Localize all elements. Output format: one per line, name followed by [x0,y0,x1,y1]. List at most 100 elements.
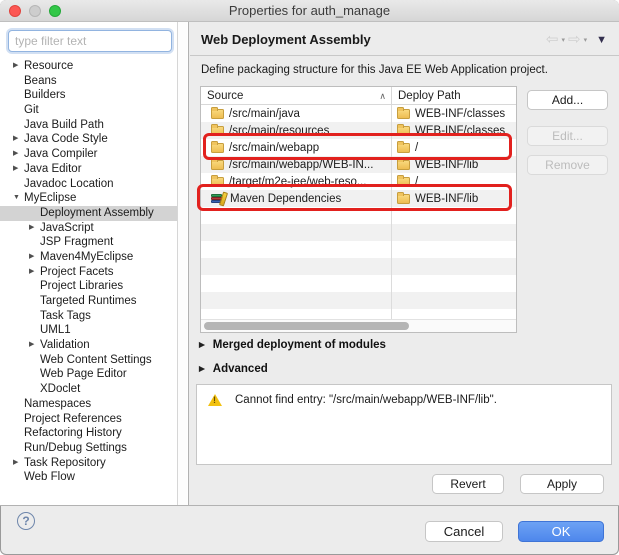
sidebar-item-label: XDoclet [40,382,80,397]
sidebar-item-jsp-fragment[interactable]: JSP Fragment [0,235,178,250]
scrollbar-thumb[interactable] [204,322,409,330]
collapsed-arrow-icon[interactable]: ▶ [13,59,18,74]
sidebar-item-label: Namespaces [24,397,91,412]
source-cell[interactable]: /src/main/java [201,105,391,122]
collapsed-arrow-icon[interactable]: ▶ [13,456,18,471]
sidebar-item-label: Java Compiler [24,147,98,162]
sidebar-item-project-references[interactable]: Project References [0,412,178,427]
chevron-right-icon: ▶ [199,340,205,349]
help-button[interactable]: ? [17,512,35,530]
sidebar-item-task-repository[interactable]: ▶Task Repository [0,456,178,471]
sidebar-item-label: JSP Fragment [40,235,113,250]
sidebar-item-task-tags[interactable]: Task Tags [0,309,178,324]
deploy-path-cell[interactable]: WEB-INF/classes [391,105,516,122]
deploy-path-value: WEB-INF/lib [415,159,478,171]
sidebar-item-java-code-style[interactable]: ▶Java Code Style [0,132,178,147]
empty-table-row [201,275,516,292]
main-panel: Web Deployment Assembly ⇦ ▾ ⇨ ▾ ▼ Define… [190,22,619,505]
sidebar-item-label: Resource [24,59,73,74]
sidebar-item-label: Web Flow [24,470,75,485]
sidebar-item-deployment-assembly[interactable]: Deployment Assembly [0,206,178,221]
folder-icon [397,109,410,119]
horizontal-scrollbar[interactable] [201,319,516,332]
expanded-arrow-icon[interactable]: ▼ [13,191,20,206]
column-header-deploy-path[interactable]: Deploy Path [391,87,516,104]
add-button[interactable]: Add... [527,90,608,110]
sidebar: ▶ ResourceBeansBuildersGitJava Build Path… [0,22,189,505]
sidebar-item-label: Deployment Assembly [40,206,154,221]
warning-panel: Cannot find entry: "/src/main/webapp/WEB… [196,384,612,465]
cancel-button[interactable]: Cancel [425,521,503,542]
sidebar-item-web-content-settings[interactable]: Web Content Settings [0,353,178,368]
view-menu-icon[interactable]: ▼ [596,34,607,46]
sidebar-item-java-build-path[interactable]: Java Build Path [0,118,178,133]
sidebar-item-label: Project References [24,412,122,427]
window-title: Properties for auth_manage [0,3,619,18]
forward-dropdown-icon[interactable]: ▾ [584,36,588,44]
sidebar-item-beans[interactable]: Beans [0,74,178,89]
footer-separator [0,505,619,506]
collapsed-arrow-icon[interactable]: ▶ [29,338,34,353]
sidebar-scrollbar[interactable] [177,22,187,505]
sidebar-item-label: Validation [40,338,90,353]
section-merged-deployment[interactable]: ▶Merged deployment of modules [199,339,386,351]
highlight-box-maven-row [197,184,512,211]
sidebar-item-refactoring-history[interactable]: Refactoring History [0,426,178,441]
sidebar-item-targeted-runtimes[interactable]: Targeted Runtimes [0,294,178,309]
highlight-box-webapp-row [203,133,512,160]
collapsed-arrow-icon[interactable]: ▶ [29,250,34,265]
sidebar-item-java-compiler[interactable]: ▶ Java Compiler [0,147,178,162]
sidebar-item-label: MyEclipse [24,191,76,206]
sidebar-item-namespaces[interactable]: Namespaces [0,397,178,412]
sidebar-item-label: Beans [24,74,57,89]
back-dropdown-icon[interactable]: ▾ [562,36,566,44]
sidebar-item-resource[interactable]: ▶ Resource [0,59,178,74]
collapsed-arrow-icon[interactable]: ▶ [13,132,18,147]
sidebar-item-label: Web Page Editor [40,367,127,382]
sidebar-item-web-page-editor[interactable]: Web Page Editor [0,367,178,382]
sidebar-item-javadoc-location[interactable]: Javadoc Location [0,177,178,192]
collapsed-arrow-icon[interactable]: ▶ [29,265,34,280]
collapsed-arrow-icon[interactable]: ▶ [13,162,18,177]
description-text: Define packaging structure for this Java… [201,64,548,76]
sidebar-item-validation[interactable]: ▶ Validation [0,338,178,353]
section-advanced[interactable]: ▶Advanced [199,363,268,375]
folder-icon [211,160,224,170]
empty-table-row [201,258,516,275]
sidebar-item-uml1[interactable]: UML1 [0,323,178,338]
page-title: Web Deployment Assembly [201,32,371,47]
sidebar-item-project-facets[interactable]: ▶Project Facets [0,265,178,280]
warning-icon [208,394,222,406]
edit-button: Edit... [527,126,608,146]
empty-table-row [201,224,516,241]
deploy-path-value: WEB-INF/classes [415,108,505,120]
sidebar-item-myeclipse[interactable]: ▼ MyEclipse [0,191,178,206]
sidebar-item-javascript[interactable]: ▶JavaScript [0,221,178,236]
collapsed-arrow-icon[interactable]: ▶ [13,147,18,162]
table-header: Source ∧ Deploy Path [201,87,516,105]
sidebar-item-project-libraries[interactable]: Project Libraries [0,279,178,294]
apply-button[interactable]: Apply [520,474,604,494]
empty-table-row [201,241,516,258]
back-arrow-icon[interactable]: ⇦ [546,33,559,47]
sidebar-item-git[interactable]: Git [0,103,178,118]
sidebar-item-java-editor[interactable]: ▶ Java Editor [0,162,178,177]
sidebar-item-label: Java Editor [24,162,82,177]
sidebar-item-xdoclet[interactable]: XDoclet [0,382,178,397]
forward-arrow-icon[interactable]: ⇨ [568,33,581,47]
sidebar-item-run-debug-settings[interactable]: Run/Debug Settings [0,441,178,456]
collapsed-arrow-icon[interactable]: ▶ [29,221,34,236]
column-header-source[interactable]: Source ∧ [201,87,391,104]
table-row[interactable]: /src/main/java WEB-INF/classes [201,105,516,122]
revert-button[interactable]: Revert [432,474,504,494]
filter-input[interactable] [8,30,172,52]
sidebar-item-label: Refactoring History [24,426,122,441]
sidebar-item-maven4myeclipse[interactable]: ▶Maven4MyEclipse [0,250,178,265]
sidebar-item-web-flow[interactable]: Web Flow [0,470,178,485]
ok-button[interactable]: OK [518,521,604,542]
sidebar-item-builders[interactable]: Builders [0,88,178,103]
sidebar-item-label: Javadoc Location [24,177,114,192]
folder-icon [211,109,224,119]
sidebar-item-label: Git [24,103,39,118]
warning-text: Cannot find entry: "/src/main/webapp/WEB… [235,394,497,406]
